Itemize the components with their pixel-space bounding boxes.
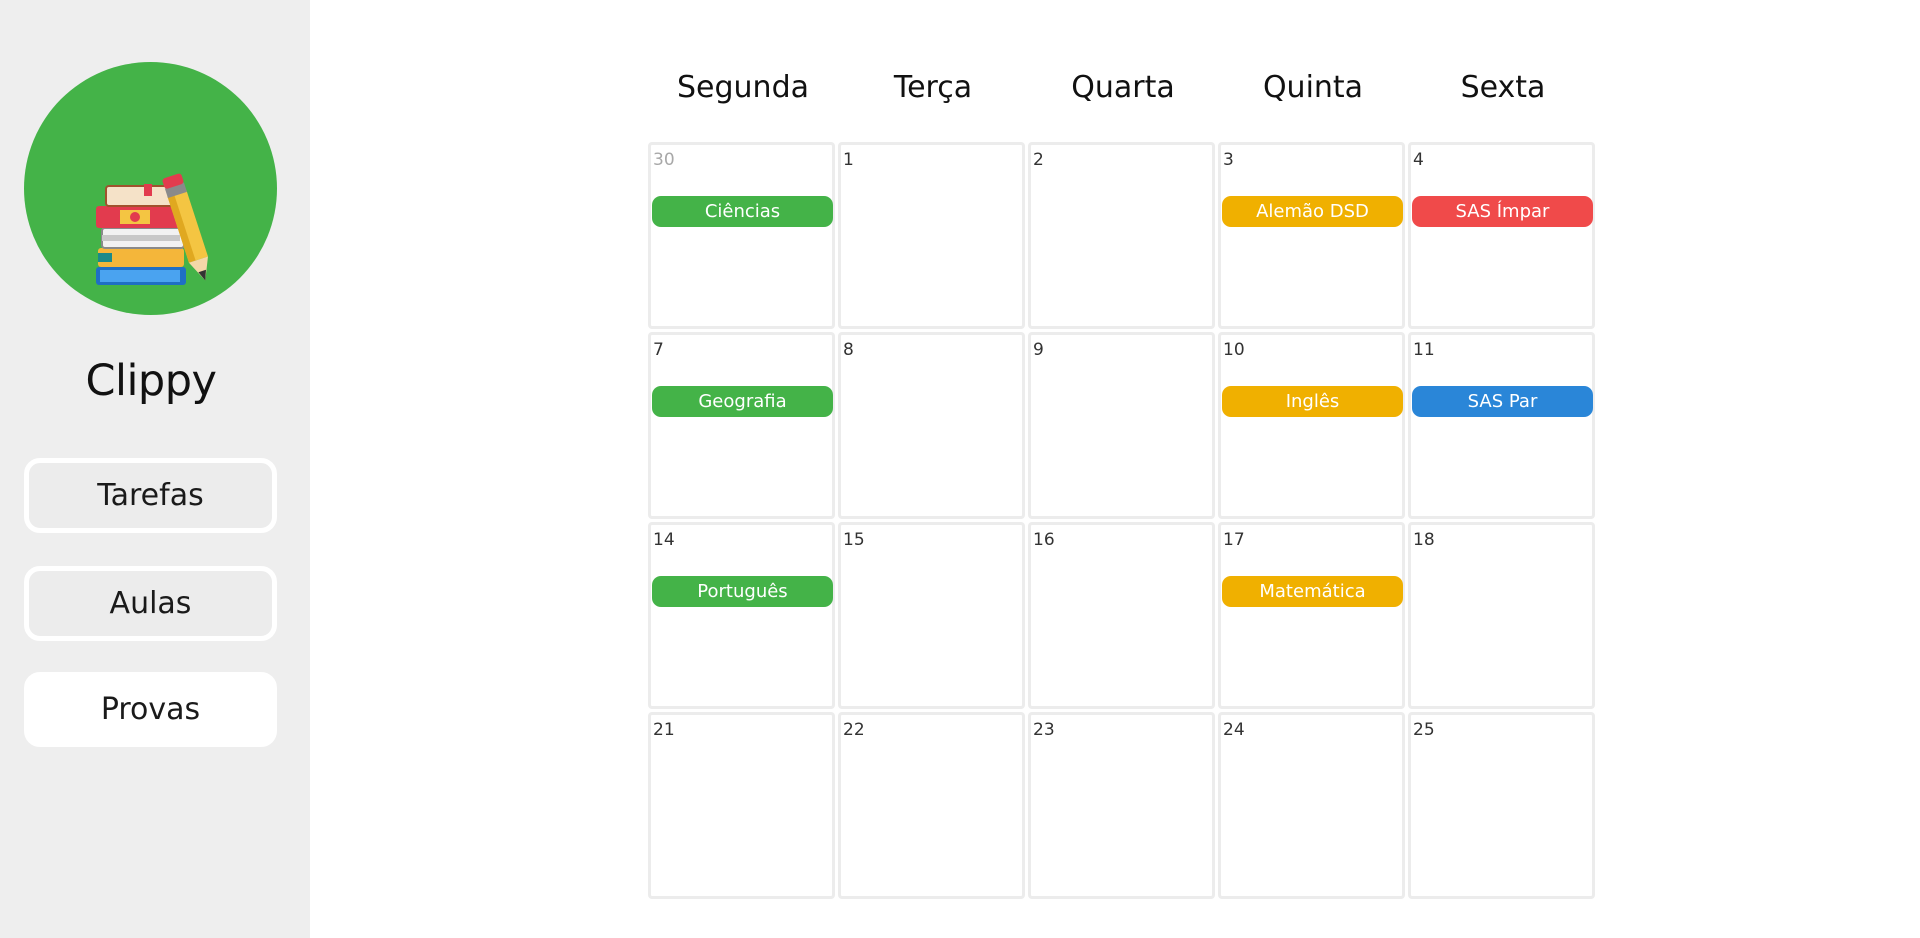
- day-number: 10: [1223, 340, 1245, 360]
- weekday-header: Quinta: [1262, 70, 1364, 105]
- day-number: 9: [1033, 340, 1044, 360]
- app-title: Clippy: [85, 356, 217, 406]
- day-number: 24: [1223, 720, 1245, 740]
- calendar-day-cell[interactable]: 30 Ciências: [648, 142, 835, 329]
- day-number: 2: [1033, 150, 1044, 170]
- calendar-day-cell[interactable]: 24: [1218, 712, 1405, 899]
- day-number: 22: [843, 720, 865, 740]
- calendar-day-cell[interactable]: 17 Matemática: [1218, 522, 1405, 709]
- nav-button-aulas[interactable]: Aulas: [24, 566, 277, 641]
- weekday-header: Terça: [893, 70, 973, 105]
- day-number: 30: [653, 150, 675, 170]
- day-number: 21: [653, 720, 675, 740]
- logo: [24, 62, 277, 315]
- event-chip[interactable]: Português: [652, 576, 833, 607]
- nav-button-provas[interactable]: Provas: [24, 672, 277, 747]
- day-number: 18: [1413, 530, 1435, 550]
- day-number: 15: [843, 530, 865, 550]
- event-chip[interactable]: Geografia: [652, 386, 833, 417]
- day-number: 7: [653, 340, 664, 360]
- calendar-day-cell[interactable]: 14 Português: [648, 522, 835, 709]
- calendar-day-cell[interactable]: 16: [1028, 522, 1215, 709]
- event-chip[interactable]: Inglês: [1222, 386, 1403, 417]
- calendar-day-cell[interactable]: 2: [1028, 142, 1215, 329]
- event-chip[interactable]: SAS Par: [1412, 386, 1593, 417]
- day-number: 17: [1223, 530, 1245, 550]
- weekday-header: Quarta: [1071, 70, 1175, 105]
- sidebar: Clippy Tarefas Aulas Provas: [0, 0, 310, 938]
- weekday-header: Sexta: [1460, 70, 1546, 105]
- calendar-day-cell[interactable]: 10 Inglês: [1218, 332, 1405, 519]
- day-number: 23: [1033, 720, 1055, 740]
- event-chip[interactable]: Matemática: [1222, 576, 1403, 607]
- day-number: 8: [843, 340, 854, 360]
- event-chip[interactable]: Ciências: [652, 196, 833, 227]
- event-chip[interactable]: SAS Ímpar: [1412, 196, 1593, 227]
- calendar-day-cell[interactable]: 18: [1408, 522, 1595, 709]
- day-number: 3: [1223, 150, 1234, 170]
- calendar-day-cell[interactable]: 15: [838, 522, 1025, 709]
- calendar-day-cell[interactable]: 3 Alemão DSD: [1218, 142, 1405, 329]
- calendar-day-cell[interactable]: 9: [1028, 332, 1215, 519]
- calendar-day-cell[interactable]: 1: [838, 142, 1025, 329]
- calendar-day-cell[interactable]: 21: [648, 712, 835, 899]
- books-pencil-icon: [96, 173, 208, 285]
- day-number: 11: [1413, 340, 1435, 360]
- calendar-day-cell[interactable]: 8: [838, 332, 1025, 519]
- day-number: 1: [843, 150, 854, 170]
- event-chip[interactable]: Alemão DSD: [1222, 196, 1403, 227]
- calendar-day-cell[interactable]: 4 SAS Ímpar: [1408, 142, 1595, 329]
- day-number: 25: [1413, 720, 1435, 740]
- calendar-day-cell[interactable]: 7 Geografia: [648, 332, 835, 519]
- day-number: 4: [1413, 150, 1424, 170]
- calendar-day-cell[interactable]: 22: [838, 712, 1025, 899]
- day-number: 14: [653, 530, 675, 550]
- calendar-day-cell[interactable]: 25: [1408, 712, 1595, 899]
- calendar-day-cell[interactable]: 23: [1028, 712, 1215, 899]
- nav-button-tarefas[interactable]: Tarefas: [24, 458, 277, 533]
- day-number: 16: [1033, 530, 1055, 550]
- calendar-day-cell[interactable]: 11 SAS Par: [1408, 332, 1595, 519]
- weekday-header: Segunda: [677, 70, 809, 105]
- app: Clippy Tarefas Aulas Provas Segunda Terç…: [0, 0, 1920, 938]
